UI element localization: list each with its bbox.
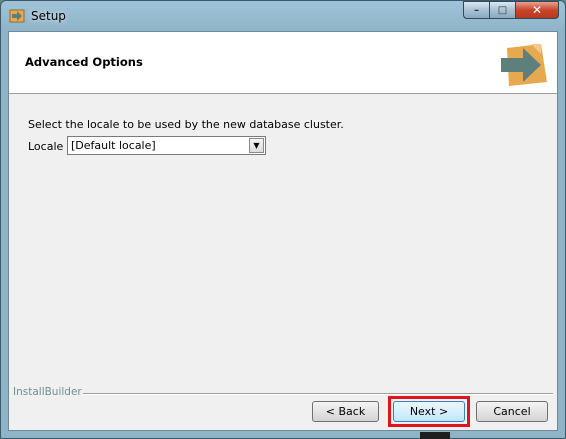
chevron-down-icon[interactable]: ▼ [249,138,264,153]
page-title: Advanced Options [25,55,143,69]
footer-separator [83,393,553,395]
installer-client-area: Advanced Options Select the locale to be… [8,31,558,431]
title-bar[interactable]: Setup – □ ✕ [1,1,565,31]
locale-select-value: [Default locale] [71,139,156,152]
window-title: Setup [31,9,66,23]
close-icon: ✕ [531,3,543,17]
locale-description: Select the locale to be used by the new … [28,118,344,131]
maximize-icon: □ [497,4,508,16]
locale-label: Locale [28,140,64,153]
locale-select[interactable]: [Default locale] ▼ [67,136,266,155]
caption-buttons: – □ ✕ [463,1,559,20]
close-button[interactable]: ✕ [515,1,559,19]
setup-app-icon [9,9,25,23]
cancel-button[interactable]: Cancel [476,401,548,422]
back-button[interactable]: < Back [312,401,379,422]
setup-window: Setup – □ ✕ Advanced Options Select the … [0,0,566,439]
taskbar-edge [420,432,450,439]
minimize-icon: – [474,4,479,16]
installer-logo-icon [501,42,549,88]
page-header: Advanced Options [9,32,557,94]
next-button-highlight [388,396,470,427]
minimize-button[interactable]: – [463,1,489,19]
installbuilder-brand: InstallBuilder [13,386,82,398]
maximize-button[interactable]: □ [489,1,515,19]
